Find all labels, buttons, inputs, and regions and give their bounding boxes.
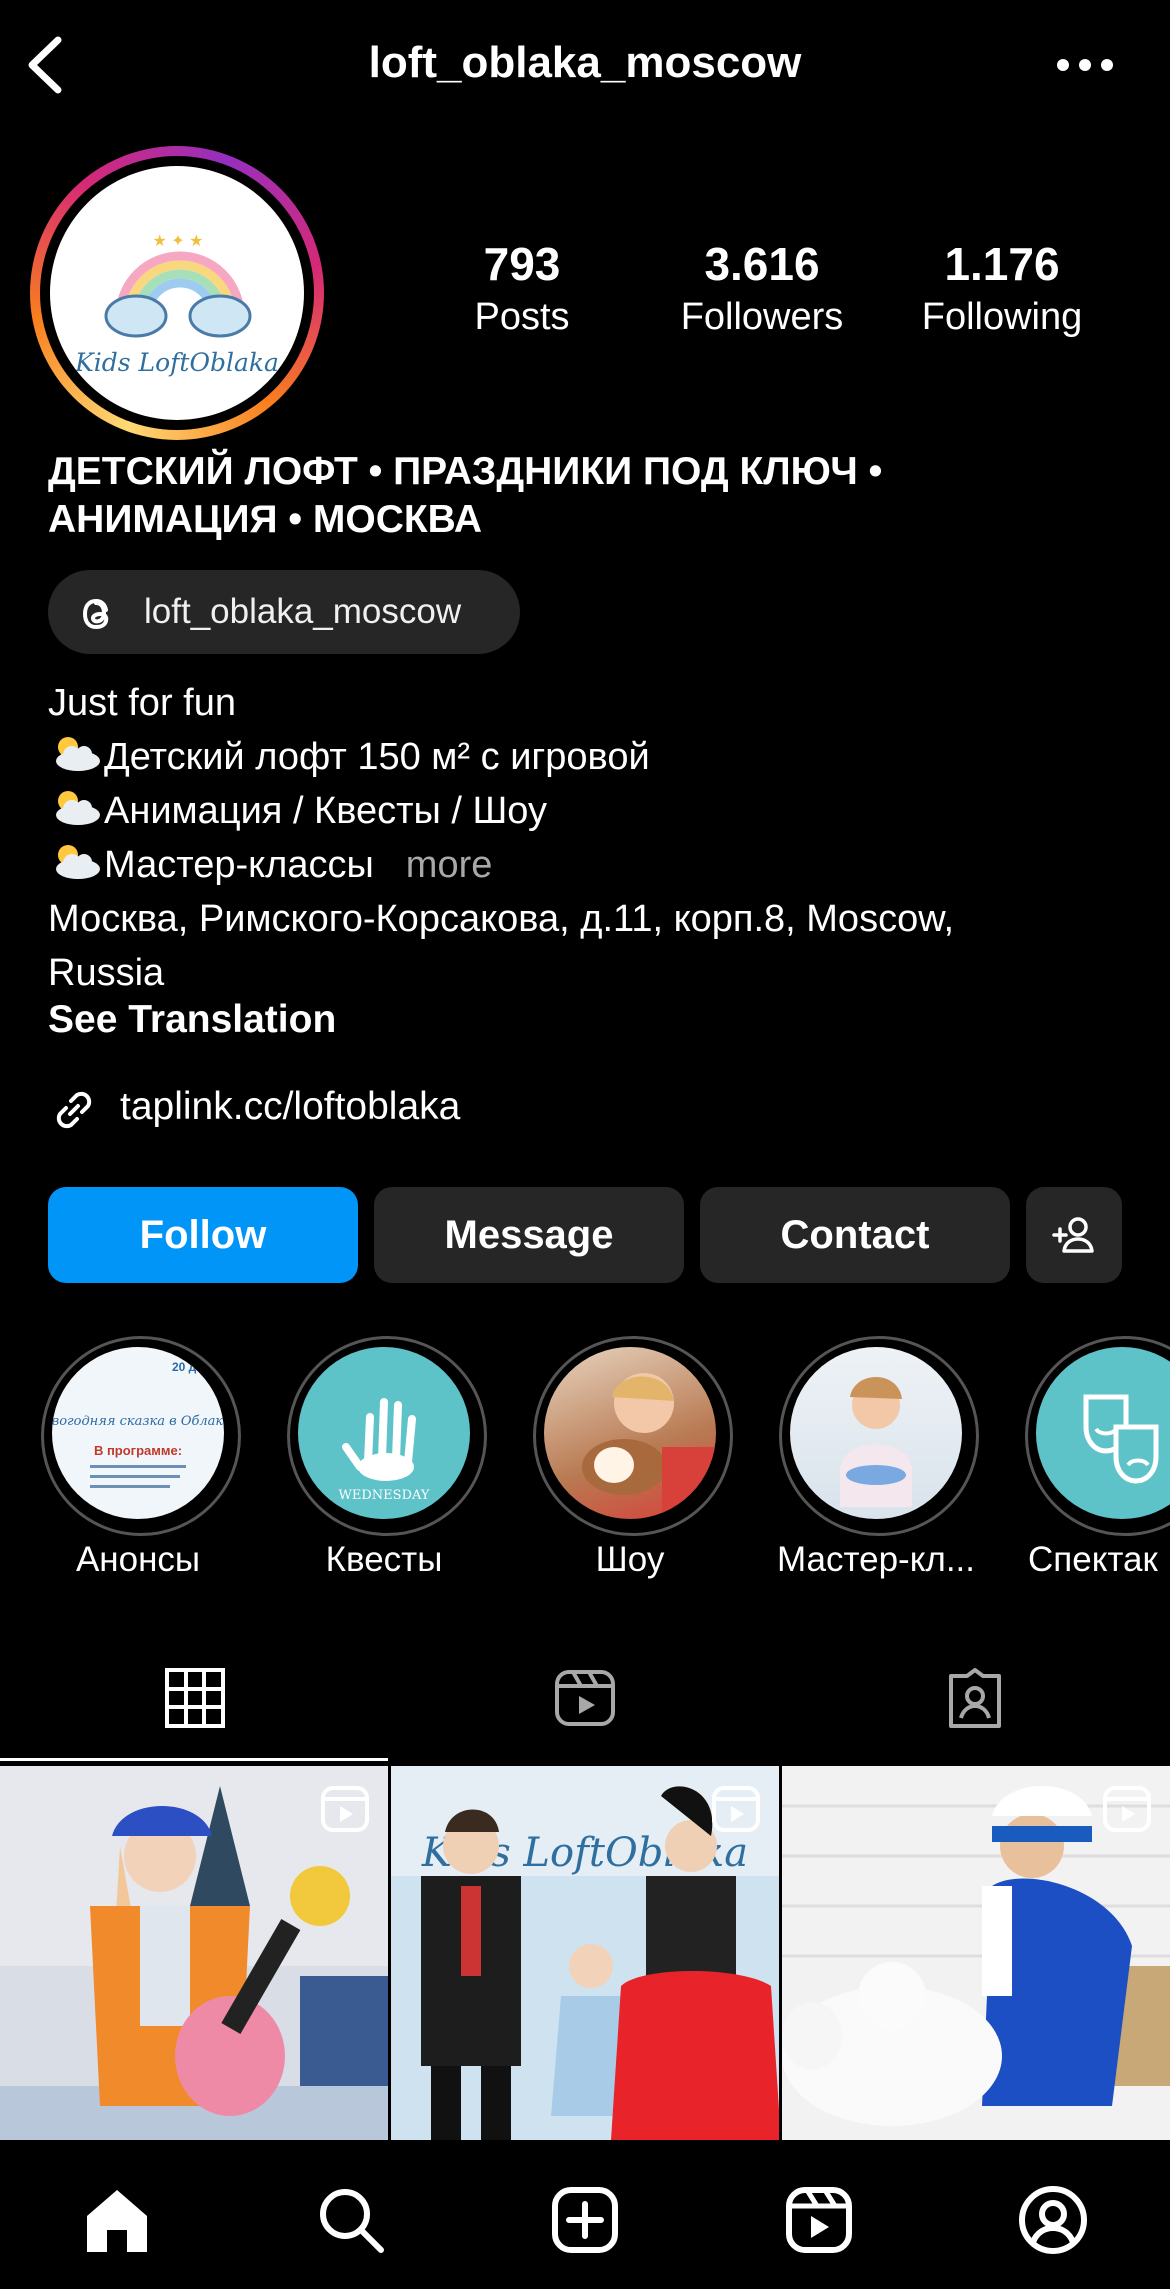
child-with-guinea-pig-photo <box>582 1373 716 1519</box>
grid-post-3[interactable] <box>782 1766 1170 2140</box>
highlight-label: Квесты <box>325 1540 443 1579</box>
bio-line-3: Анимация / Квесты / Шоу <box>48 784 547 838</box>
bio-address-line-2[interactable]: Russia <box>48 946 164 1000</box>
svg-text:WEDNESDAY: WEDNESDAY <box>339 1488 430 1503</box>
bio-line-2-text: Детский лофт 150 м² с игровой <box>104 736 650 778</box>
highlight-kvesty[interactable]: WEDNESDAY <box>287 1336 487 1536</box>
posts-count: 793 <box>483 238 561 290</box>
bio-more-link[interactable]: more <box>406 844 493 886</box>
reels-tab-icon[interactable] <box>553 1666 617 1730</box>
highlight-cover: 20 дека Новогодняя сказка в Облаках! В п… <box>52 1347 224 1519</box>
theater-masks-icon <box>1083 1394 1159 1484</box>
reels-nav-icon[interactable] <box>783 2184 855 2256</box>
svg-text:В программе:: В программе: <box>94 1443 182 1458</box>
highlight-label: Мастер-кл... <box>776 1540 976 1579</box>
profile-username-title: loft_oblaka_moscow <box>368 38 802 87</box>
bio-line-2: Детский лофт 150 м² с игровой <box>48 730 650 784</box>
tagged-icon[interactable] <box>943 1666 1007 1730</box>
highlight-anonsy[interactable]: 20 дека Новогодняя сказка в Облаках! В п… <box>41 1336 241 1536</box>
reel-badge-icon <box>1103 1786 1151 1832</box>
reel-badge-icon <box>321 1786 369 1832</box>
sun-cloud-emoji-icon <box>56 737 100 771</box>
add-user-icon <box>1052 1217 1094 1253</box>
announcement-cover: 20 дека Новогодняя сказка в Облаках! В п… <box>52 1360 224 1488</box>
follow-button[interactable]: Follow <box>48 1187 358 1283</box>
following-count: 1.176 <box>944 238 1060 290</box>
followers-count: 3.616 <box>704 238 820 290</box>
headline-line-2: АНИМАЦИЯ • МОСКВА <box>48 498 483 541</box>
message-button[interactable]: Message <box>374 1187 684 1283</box>
profile-nav-icon[interactable] <box>1017 2184 1089 2256</box>
wednesday-hand-cover: WEDNESDAY <box>339 1398 430 1503</box>
bio-line-4-text: Мастер-классы <box>104 844 374 886</box>
link-icon <box>56 1091 92 1129</box>
svg-text:★ ✦ ★: ★ ✦ ★ <box>153 233 204 250</box>
bio-line-4: Мастер-классы more <box>48 838 492 892</box>
bio-line-3-text: Анимация / Квесты / Шоу <box>104 790 548 832</box>
avatar[interactable]: ★ ✦ ★ Kids LoftOblaka <box>50 166 304 420</box>
profile-headline: ДЕТСКИЙ ЛОФТ • ПРАЗДНИКИ ПОД КЛЮЧ • АНИМ… <box>48 448 1128 544</box>
logo-text: Kids LoftOblaka <box>74 348 279 377</box>
grid-post-2[interactable]: Kids LoftOblaka <box>391 1766 779 2140</box>
reel-badge-icon <box>712 1786 760 1832</box>
svg-text:Новогодняя сказка в Облаках!: Новогодняя сказка в Облаках! <box>52 1414 224 1429</box>
threads-handle: loft_oblaka_moscow <box>144 592 462 631</box>
suggested-users-button[interactable] <box>1026 1187 1122 1283</box>
grid-icon[interactable] <box>163 1666 227 1730</box>
svg-text:20 дека: 20 дека <box>172 1360 216 1374</box>
external-link[interactable]: taplink.cc/loftoblaka <box>120 1085 460 1129</box>
see-translation-link[interactable]: See Translation <box>48 998 336 1042</box>
highlight-label: Анонсы <box>75 1540 201 1579</box>
highlight-master-klassy[interactable] <box>779 1336 979 1536</box>
followers-label: Followers <box>680 296 844 338</box>
highlight-label: Спектак <box>1028 1540 1158 1579</box>
kids-loftoblaka-logo: ★ ✦ ★ Kids LoftOblaka <box>74 233 279 377</box>
grid-post-1[interactable] <box>0 1766 388 2140</box>
more-options-icon[interactable] <box>1055 45 1115 85</box>
stat-followers[interactable]: 3.616 Followers <box>662 236 862 342</box>
headline-line-1: ДЕТСКИЙ ЛОФТ • ПРАЗДНИКИ ПОД КЛЮЧ • <box>48 450 883 493</box>
highlight-cover <box>1036 1347 1170 1519</box>
bio-line-1: Just for fun <box>48 682 236 724</box>
stat-posts[interactable]: 793 Posts <box>422 236 622 342</box>
sun-cloud-emoji-icon <box>56 791 100 825</box>
active-tab-indicator <box>0 1758 388 1761</box>
sun-cloud-emoji-icon <box>56 845 100 879</box>
threads-icon <box>82 598 109 630</box>
highlight-cover: WEDNESDAY <box>298 1347 470 1519</box>
bio-address-line-1[interactable]: Москва, Римского-Корсакова, д.11, корп.8… <box>48 892 954 946</box>
following-label: Following <box>921 296 1083 338</box>
highlight-cover-photo <box>790 1347 962 1519</box>
search-icon[interactable] <box>315 2184 387 2256</box>
highlight-label: Шоу <box>595 1540 665 1579</box>
highlight-cover-photo <box>544 1347 716 1519</box>
stat-following[interactable]: 1.176 Following <box>902 236 1102 342</box>
highlight-spektakli[interactable] <box>1025 1336 1170 1536</box>
contact-button[interactable]: Contact <box>700 1187 1010 1283</box>
highlight-shou[interactable] <box>533 1336 733 1536</box>
home-icon[interactable] <box>81 2184 153 2256</box>
create-post-icon[interactable] <box>549 2184 621 2256</box>
posts-label: Posts <box>474 296 570 338</box>
child-crafting-photo <box>840 1377 912 1507</box>
